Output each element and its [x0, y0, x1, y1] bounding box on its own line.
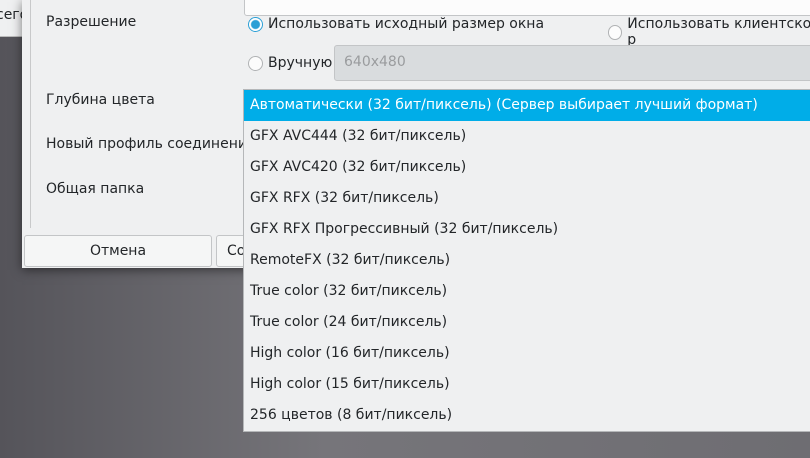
dropdown-option[interactable]: 256 цветов (8 бит/пиксель) [244, 400, 810, 431]
color-depth-label: Глубина цвета [46, 92, 155, 108]
resolution-label: Разрешение [46, 14, 137, 30]
dropdown-option[interactable]: GFX AVC420 (32 бит/пиксель) [244, 152, 810, 183]
dropdown-option[interactable]: GFX RFX (32 бит/пиксель) [244, 183, 810, 214]
radio-unchecked-icon [248, 55, 263, 71]
radio-original-size[interactable]: Использовать исходный размер окна [248, 16, 544, 32]
shared-folder-label: Общая папка [46, 181, 145, 197]
radio-client-size[interactable]: Использовать клиентское р [608, 16, 810, 48]
radio-client-label: Использовать клиентское р [627, 16, 810, 48]
dropdown-option[interactable]: Автоматически (32 бит/пиксель) (Сервер в… [244, 90, 810, 121]
dropdown-option[interactable]: GFX AVC444 (32 бит/пиксель) [244, 121, 810, 152]
dropdown-option[interactable]: GFX RFX Прогрессивный (32 бит/пиксель) [244, 214, 810, 245]
radio-manual-label: Вручную [268, 55, 333, 71]
radio-original-label: Использовать исходный размер окна [268, 16, 545, 32]
dropdown-option[interactable]: High color (15 бит/пиксель) [244, 369, 810, 400]
manual-resolution-input[interactable]: 640x480 [334, 45, 810, 81]
dropdown-option[interactable]: True color (24 бит/пиксель) [244, 307, 810, 338]
new-profile-label: Новый профиль соединения [46, 136, 256, 152]
dropdown-option[interactable]: True color (32 бит/пиксель) [244, 276, 810, 307]
dropdown-option[interactable]: RemoteFX (32 бит/пиксель) [244, 245, 810, 276]
radio-unchecked-icon [608, 24, 623, 40]
radio-checked-icon [248, 16, 263, 32]
cancel-button[interactable]: Отмена [24, 235, 212, 267]
radio-manual[interactable]: Вручную [248, 55, 332, 71]
top-input-field[interactable] [244, 0, 810, 16]
color-depth-dropdown-list: Автоматически (32 бит/пиксель) (Сервер в… [243, 89, 810, 432]
dropdown-option[interactable]: High color (16 бит/пиксель) [244, 338, 810, 369]
